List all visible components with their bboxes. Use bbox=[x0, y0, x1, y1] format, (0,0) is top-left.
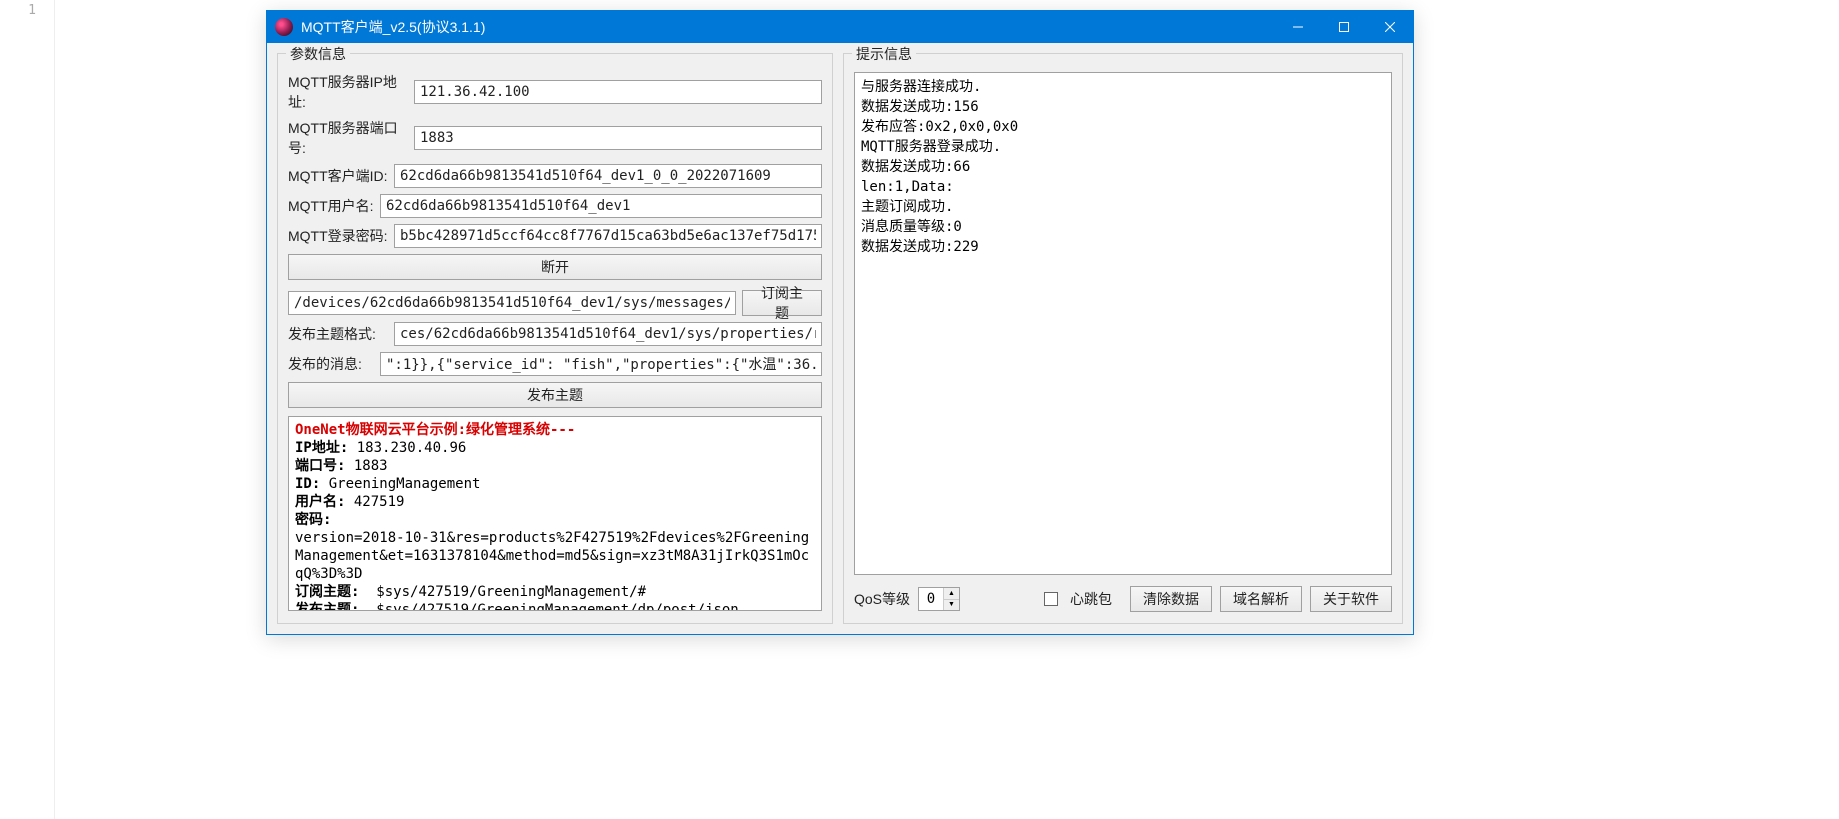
hint-line: len:1,Data: bbox=[861, 177, 1385, 197]
username-label: MQTT用户名: bbox=[288, 196, 374, 216]
client-id-label: MQTT客户端ID: bbox=[288, 166, 388, 186]
maximize-button[interactable] bbox=[1321, 11, 1367, 43]
log-user-label: 用户名: bbox=[295, 494, 345, 510]
params-groupbox: 参数信息 MQTT服务器IP地址: MQTT服务器端口号: MQTT客户端ID:… bbox=[277, 53, 833, 624]
publish-button[interactable]: 发布主题 bbox=[288, 382, 822, 408]
qos-spinner[interactable]: 0 ▲ ▼ bbox=[918, 587, 960, 611]
maximize-icon bbox=[1339, 22, 1349, 32]
log-id-label: ID: bbox=[295, 476, 320, 492]
clear-data-button[interactable]: 清除数据 bbox=[1130, 586, 1212, 612]
publish-topic-input[interactable] bbox=[394, 322, 822, 346]
hints-textbox[interactable]: 与服务器连接成功. 数据发送成功:156 发布应答:0x2,0x0,0x0 MQ… bbox=[854, 72, 1392, 575]
server-port-label: MQTT服务器端口号: bbox=[288, 118, 408, 158]
minimize-icon bbox=[1293, 22, 1303, 32]
hint-line: 与服务器连接成功. bbox=[861, 77, 1385, 97]
log-user: 427519 bbox=[354, 494, 405, 510]
log-pub-label: 发布主题: bbox=[295, 602, 359, 611]
hints-groupbox: 提示信息 与服务器连接成功. 数据发送成功:156 发布应答:0x2,0x0,0… bbox=[843, 53, 1403, 624]
publish-topic-label: 发布主题格式: bbox=[288, 324, 388, 344]
password-input[interactable] bbox=[394, 224, 822, 248]
hint-line: 主题订阅成功. bbox=[861, 197, 1385, 217]
log-sub-label: 订阅主题: bbox=[295, 584, 359, 600]
app-icon bbox=[275, 18, 293, 36]
window-titlebar[interactable]: MQTT客户端_v2.5(协议3.1.1) bbox=[267, 11, 1413, 43]
disconnect-button[interactable]: 断开 bbox=[288, 254, 822, 280]
log-id: GreeningManagement bbox=[329, 476, 481, 492]
close-icon bbox=[1385, 22, 1395, 32]
server-ip-input[interactable] bbox=[414, 80, 822, 104]
log-title: OneNet物联网云平台示例:绿化管理系统--- bbox=[295, 421, 815, 439]
publish-msg-input[interactable] bbox=[380, 352, 822, 376]
publish-msg-label: 发布的消息: bbox=[288, 354, 374, 374]
log-port: 1883 bbox=[354, 458, 388, 474]
hint-line: 数据发送成功:156 bbox=[861, 97, 1385, 117]
window-controls bbox=[1275, 11, 1413, 43]
password-label: MQTT登录密码: bbox=[288, 226, 388, 246]
client-area: 参数信息 MQTT服务器IP地址: MQTT服务器端口号: MQTT客户端ID:… bbox=[267, 43, 1413, 634]
client-id-input[interactable] bbox=[394, 164, 822, 188]
log-port-label: 端口号: bbox=[295, 458, 345, 474]
log-ip-label: IP地址: bbox=[295, 440, 348, 456]
hint-line: 数据发送成功:229 bbox=[861, 237, 1385, 257]
hint-line: 发布应答:0x2,0x0,0x0 bbox=[861, 117, 1385, 137]
main-application-window: MQTT客户端_v2.5(协议3.1.1) 参数信息 MQTT服务器IP地址: … bbox=[266, 10, 1414, 635]
qos-value: 0 bbox=[919, 591, 943, 607]
minimize-button[interactable] bbox=[1275, 11, 1321, 43]
window-title: MQTT客户端_v2.5(协议3.1.1) bbox=[301, 17, 1275, 37]
server-port-input[interactable] bbox=[414, 126, 822, 150]
subscribe-topic-input[interactable] bbox=[288, 291, 736, 315]
log-sub: $sys/427519/GreeningManagement/# bbox=[376, 584, 646, 600]
subscribe-button[interactable]: 订阅主题 bbox=[742, 290, 822, 316]
bottom-toolbar: QoS等级 0 ▲ ▼ 心跳包 清除数据 域名解析 关于软件 bbox=[854, 585, 1392, 613]
close-button[interactable] bbox=[1367, 11, 1413, 43]
hint-line: 消息质量等级:0 bbox=[861, 217, 1385, 237]
log-pub: $sys/427519/GreeningManagement/dp/post/j… bbox=[376, 602, 738, 611]
dns-resolve-button[interactable]: 域名解析 bbox=[1220, 586, 1302, 612]
username-input[interactable] bbox=[380, 194, 822, 218]
hints-group-title: 提示信息 bbox=[852, 44, 916, 64]
hint-line: 数据发送成功:66 bbox=[861, 157, 1385, 177]
qos-label: QoS等级 bbox=[854, 589, 910, 609]
heartbeat-checkbox[interactable] bbox=[1044, 592, 1058, 606]
log-pwd-value: version=2018-10-31&res=products%2F427519… bbox=[295, 529, 815, 583]
line-number-gutter: 1 bbox=[0, 0, 55, 819]
example-log-box[interactable]: OneNet物联网云平台示例:绿化管理系统--- IP地址: 183.230.4… bbox=[288, 416, 822, 611]
about-button[interactable]: 关于软件 bbox=[1310, 586, 1392, 612]
server-ip-label: MQTT服务器IP地址: bbox=[288, 72, 408, 112]
heartbeat-label: 心跳包 bbox=[1070, 589, 1112, 609]
params-group-title: 参数信息 bbox=[286, 44, 350, 64]
qos-up-button[interactable]: ▲ bbox=[944, 588, 959, 600]
qos-down-button[interactable]: ▼ bbox=[944, 600, 959, 611]
log-ip: 183.230.40.96 bbox=[357, 440, 467, 456]
hint-line: MQTT服务器登录成功. bbox=[861, 137, 1385, 157]
line-number: 1 bbox=[28, 3, 36, 18]
log-pwd-label: 密码: bbox=[295, 512, 331, 528]
